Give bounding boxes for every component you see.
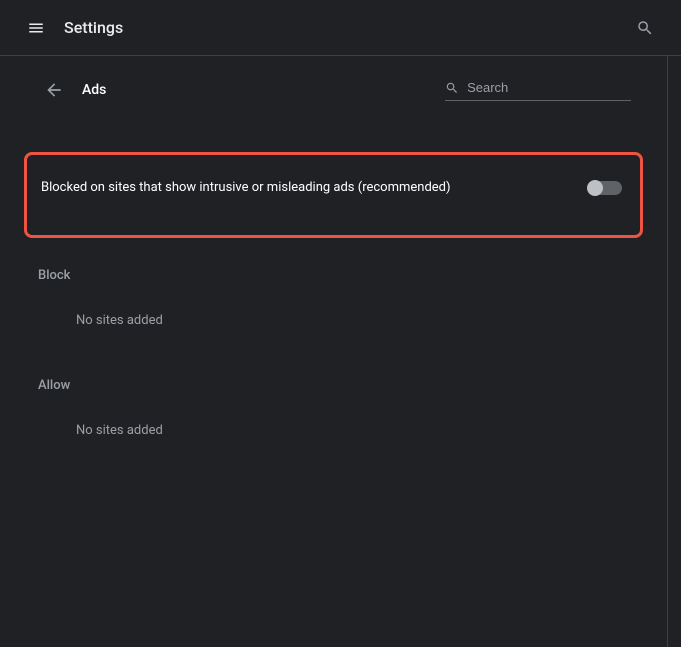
ads-toggle-label: Blocked on sites that show intrusive or … <box>41 179 588 197</box>
ads-toggle-row: Blocked on sites that show intrusive or … <box>24 152 643 238</box>
search-icon <box>445 80 459 96</box>
subheader: Ads <box>0 56 667 124</box>
allow-section-label: Allow <box>0 368 667 393</box>
block-empty-message: No sites added <box>0 283 667 368</box>
subheader-title: Ads <box>82 82 106 98</box>
page-title: Settings <box>64 18 123 37</box>
back-button[interactable] <box>36 72 72 108</box>
hamburger-icon <box>27 19 45 37</box>
search-field[interactable] <box>445 80 631 101</box>
allow-empty-message: No sites added <box>0 393 667 478</box>
ads-toggle[interactable] <box>588 181 622 195</box>
menu-button[interactable] <box>16 8 56 48</box>
content-panel: Ads Blocked on sites that show intrusive… <box>0 56 668 647</box>
topbar-search-button[interactable] <box>625 8 665 48</box>
arrow-back-icon <box>44 80 64 100</box>
toggle-knob <box>587 180 603 196</box>
search-icon <box>636 19 654 37</box>
search-input[interactable] <box>467 80 631 95</box>
topbar: Settings <box>0 0 681 56</box>
block-section-label: Block <box>0 258 667 283</box>
